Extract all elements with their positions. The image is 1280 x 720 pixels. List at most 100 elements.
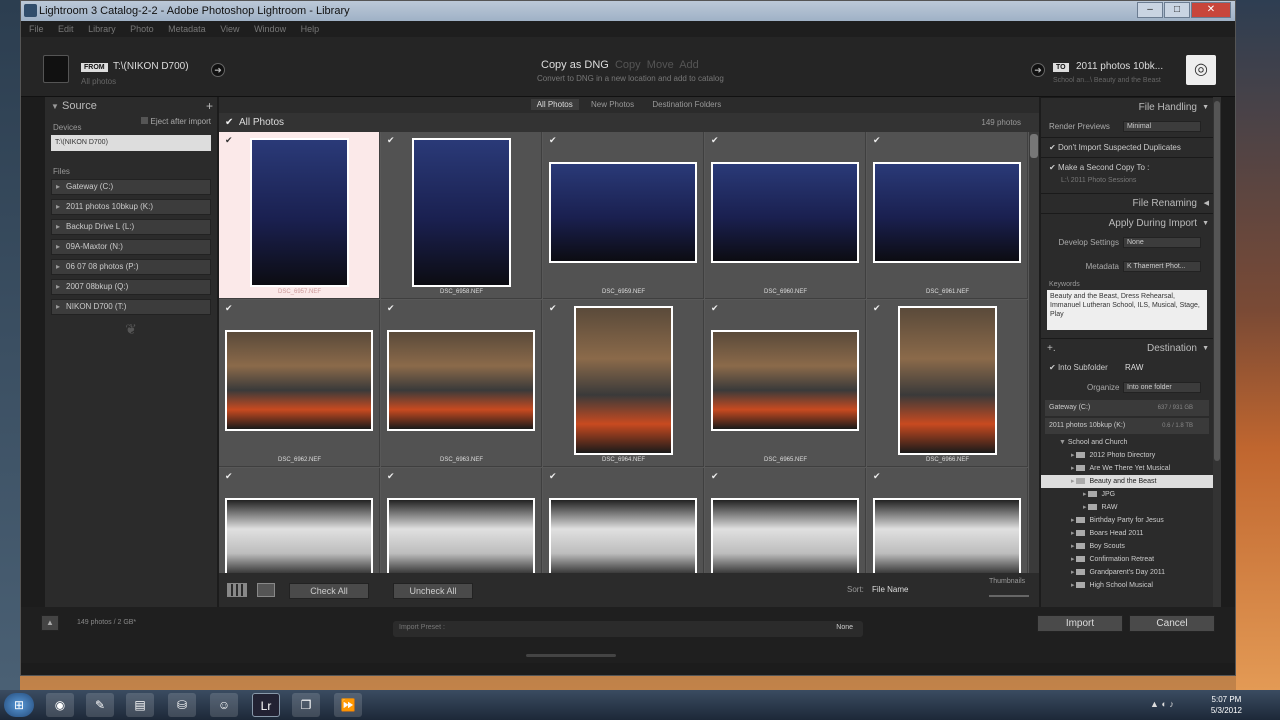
- keywords-field[interactable]: Beauty and the Beast, Dress Rehearsal, I…: [1047, 290, 1207, 330]
- volume-gateway[interactable]: Gateway (C:) 637 / 931 GB: [1045, 400, 1209, 416]
- thumbnail-checkbox[interactable]: ✔: [387, 135, 395, 146]
- window-switcher-icon[interactable]: ❐: [292, 693, 320, 717]
- drive-item[interactable]: 09A-Maxtor (N:): [51, 239, 211, 255]
- menu-file[interactable]: File: [29, 24, 44, 34]
- start-button[interactable]: ⊞: [4, 693, 34, 717]
- tab-new-photos[interactable]: New Photos: [585, 99, 640, 110]
- close-button[interactable]: ✕: [1191, 2, 1231, 18]
- folder-tree-item[interactable]: ▸ Confirmation Retreat: [1041, 553, 1213, 566]
- menu-metadata[interactable]: Metadata: [168, 24, 206, 34]
- photo-thumbnail[interactable]: [412, 138, 511, 287]
- second-copy-path[interactable]: L:\ 2011 Photo Sessions: [1041, 177, 1213, 193]
- check-all-button[interactable]: Check All: [289, 583, 369, 599]
- collapse-up-icon[interactable]: ▲: [41, 615, 59, 631]
- to-destination[interactable]: 2011 photos 10bk...: [1076, 61, 1163, 72]
- thumbnail-cell[interactable]: ✔ DSC_6957.NEF: [219, 132, 380, 299]
- mode-copy-as-dng[interactable]: Copy as DNG: [541, 59, 609, 71]
- volume-2011-photos[interactable]: 2011 photos 10bkup (K:) 0.6 / 1.8 TB: [1045, 418, 1209, 434]
- thumbnail-checkbox[interactable]: ✔: [873, 135, 881, 146]
- tools-icon[interactable]: ✎: [86, 693, 114, 717]
- lightroom-taskbar-icon[interactable]: Lr: [252, 693, 280, 717]
- maximize-button[interactable]: □: [1164, 2, 1190, 18]
- thumbnail-cell[interactable]: ✔: [381, 468, 542, 573]
- thumbnail-cell[interactable]: ✔ DSC_6958.NEF: [381, 132, 542, 299]
- photo-thumbnail[interactable]: [549, 162, 697, 263]
- thumbnail-cell[interactable]: ✔: [867, 468, 1028, 573]
- photo-thumbnail[interactable]: [898, 306, 997, 455]
- folder-tree-item[interactable]: ▸ 2012 Photo Directory: [1041, 449, 1213, 462]
- thumbnail-checkbox[interactable]: ✔: [387, 303, 395, 314]
- file-handling-header[interactable]: File Handling: [1041, 97, 1213, 118]
- tab-destination-folders[interactable]: Destination Folders: [646, 99, 727, 110]
- thumbnail-checkbox[interactable]: ✔: [873, 303, 881, 314]
- network-icon[interactable]: ⛁: [168, 693, 196, 717]
- loupe-view-icon[interactable]: [257, 583, 275, 597]
- dont-import-checkbox[interactable]: ✔: [1049, 143, 1056, 152]
- photo-thumbnail[interactable]: [873, 162, 1021, 263]
- thumbnail-checkbox[interactable]: ✔: [387, 471, 395, 482]
- photo-thumbnail[interactable]: [549, 498, 697, 573]
- thumbnail-checkbox[interactable]: ✔: [711, 471, 719, 482]
- thumbnail-cell[interactable]: ✔ DSC_6960.NEF: [705, 132, 866, 299]
- thumbnail-checkbox[interactable]: ✔: [225, 303, 233, 314]
- thumbnail-checkbox[interactable]: ✔: [873, 471, 881, 482]
- drive-item[interactable]: Gateway (C:): [51, 179, 211, 195]
- system-clock[interactable]: 5:07 PM 5/3/2012: [1211, 694, 1242, 716]
- folder-icon[interactable]: ▤: [126, 693, 154, 717]
- import-preset-bar[interactable]: Import Preset : None: [393, 621, 863, 637]
- subfolder-name-field[interactable]: RAW: [1125, 358, 1143, 378]
- menu-edit[interactable]: Edit: [58, 24, 74, 34]
- cancel-button[interactable]: Cancel: [1129, 615, 1215, 632]
- mode-add[interactable]: Add: [679, 59, 699, 71]
- uncheck-all-button[interactable]: Uncheck All: [393, 583, 473, 599]
- folder-tree-item[interactable]: ▸ RAW: [1041, 501, 1213, 514]
- device-item-nikon[interactable]: T:\(NIKON D700): [51, 135, 211, 151]
- develop-settings-select[interactable]: None: [1123, 237, 1201, 248]
- menu-help[interactable]: Help: [301, 24, 320, 34]
- from-source[interactable]: T:\(NIKON D700): [113, 61, 189, 72]
- thumbnail-cell[interactable]: ✔: [219, 468, 380, 573]
- photo-thumbnail[interactable]: [250, 138, 349, 287]
- file-renaming-header[interactable]: File Renaming: [1041, 193, 1213, 214]
- grid-scroll-thumb[interactable]: [1030, 134, 1038, 158]
- menu-window[interactable]: Window: [254, 24, 286, 34]
- thumbnail-checkbox[interactable]: ✔: [225, 135, 233, 146]
- tab-all-photos[interactable]: All Photos: [530, 99, 579, 110]
- sort-select[interactable]: File Name: [872, 585, 908, 594]
- thumbnail-checkbox[interactable]: ✔: [225, 471, 233, 482]
- photo-thumbnail[interactable]: [225, 330, 373, 431]
- grid-view-icon[interactable]: [227, 583, 247, 597]
- thumbnail-cell[interactable]: ✔ DSC_6964.NEF: [543, 300, 704, 467]
- thumbnail-checkbox[interactable]: ✔: [549, 135, 557, 146]
- drive-item[interactable]: Backup Drive L (L:): [51, 219, 211, 235]
- thumbnail-cell[interactable]: ✔ DSC_6961.NEF: [867, 132, 1028, 299]
- add-destination-icon[interactable]: +.: [1047, 339, 1056, 359]
- menu-library[interactable]: Library: [88, 24, 116, 34]
- menu-view[interactable]: View: [220, 24, 239, 34]
- menu-photo[interactable]: Photo: [130, 24, 154, 34]
- chrome-icon[interactable]: ◉: [46, 693, 74, 717]
- from-arrow-icon[interactable]: ➜: [211, 63, 225, 77]
- tray-icons[interactable]: ▲ ◐ ♪: [1150, 699, 1174, 709]
- apply-during-import-header[interactable]: Apply During Import: [1041, 213, 1213, 234]
- thumbnail-cell[interactable]: ✔ DSC_6963.NEF: [381, 300, 542, 467]
- folder-tree-item[interactable]: ▸ Grandparent's Day 2011: [1041, 566, 1213, 579]
- photo-thumbnail[interactable]: [711, 498, 859, 573]
- media-player-icon[interactable]: ⏩: [334, 693, 362, 717]
- eject-checkbox[interactable]: [140, 117, 148, 124]
- folder-tree-item[interactable]: ▸ High School Musical: [1041, 579, 1213, 592]
- photo-thumbnail[interactable]: [387, 330, 535, 431]
- second-copy-checkbox[interactable]: ✔: [1049, 163, 1056, 172]
- messenger-icon[interactable]: ☺: [210, 693, 238, 717]
- mode-copy[interactable]: Copy: [615, 59, 641, 71]
- thumbnail-checkbox[interactable]: ✔: [549, 471, 557, 482]
- panel-handle[interactable]: [526, 654, 616, 657]
- folder-tree-item[interactable]: ▸ Are We There Yet Musical: [1041, 462, 1213, 475]
- add-source-icon[interactable]: +: [206, 97, 213, 115]
- drive-item[interactable]: 2007 08bkup (Q:): [51, 279, 211, 295]
- folder-tree-item[interactable]: ▸ Beauty and the Beast: [1041, 475, 1213, 488]
- thumbnail-cell[interactable]: ✔ DSC_6959.NEF: [543, 132, 704, 299]
- thumbnail-checkbox[interactable]: ✔: [711, 303, 719, 314]
- into-subfolder-checkbox[interactable]: ✔: [1049, 363, 1056, 372]
- folder-tree-item[interactable]: ▸ Boars Head 2011: [1041, 527, 1213, 540]
